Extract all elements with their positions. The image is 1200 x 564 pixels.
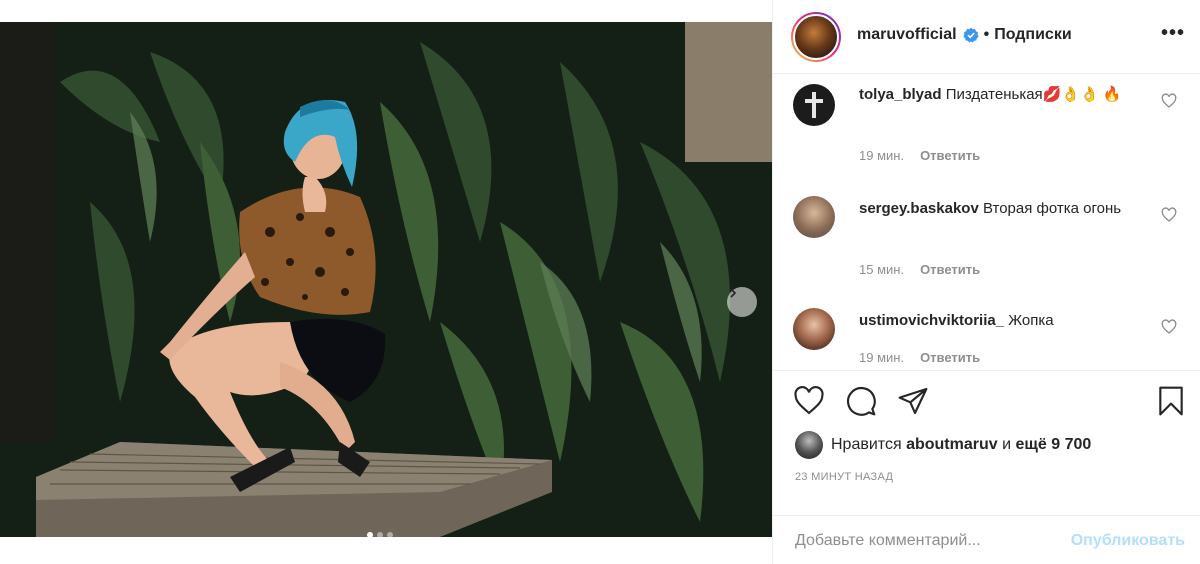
instagram-post: maruvofficial • Подписки ••• tolya_blyad…	[0, 0, 1200, 564]
comment-text: sergey.baskakov Вторая фотка огонь	[859, 198, 1149, 220]
comment-username[interactable]: sergey.baskakov	[859, 200, 979, 217]
liker-username[interactable]: aboutmaruv	[906, 436, 998, 454]
comment-meta: 15 мин. Ответить	[859, 262, 980, 277]
commenter-avatar[interactable]	[793, 84, 835, 126]
paper-plane-icon[interactable]	[897, 385, 929, 417]
carousel-next-button[interactable]	[727, 287, 757, 317]
comment-time: 19 мин.	[859, 350, 905, 365]
add-comment-bar: Опубликовать	[773, 515, 1200, 564]
following-button[interactable]: Подписки	[994, 26, 1071, 44]
carousel-indicator	[367, 532, 393, 537]
commenter-avatar[interactable]	[793, 196, 835, 238]
likes-prefix: Нравится	[831, 436, 902, 453]
reply-button[interactable]: Ответить	[920, 350, 980, 365]
comment-time: 15 мин.	[859, 262, 905, 277]
comment-text: tolya_blyad Пиздатенькая💋👌👌 🔥	[859, 84, 1149, 106]
liker-avatar[interactable]	[795, 431, 823, 459]
post-header: maruvofficial • Подписки •••	[773, 0, 1200, 74]
comment-body: Пиздатенькая💋👌👌 🔥	[945, 86, 1122, 103]
author-username[interactable]: maruvofficial	[857, 26, 957, 44]
comment-text: ustimovichviktoriia_ Жопка	[859, 310, 1149, 332]
heart-icon[interactable]	[1161, 207, 1177, 223]
commenter-avatar[interactable]	[793, 308, 835, 350]
post-side-panel: maruvofficial • Подписки ••• tolya_blyad…	[772, 0, 1200, 564]
carousel-dot	[377, 532, 383, 537]
bookmark-icon[interactable]	[1155, 385, 1187, 417]
separator-dot: •	[983, 26, 990, 43]
more-options-button[interactable]: •••	[1161, 22, 1185, 45]
publish-button[interactable]: Опубликовать	[1071, 532, 1185, 550]
likes-joiner: и	[1002, 436, 1012, 453]
comment-input[interactable]	[795, 524, 1055, 558]
carousel-dot	[367, 532, 373, 537]
post-photo[interactable]	[0, 22, 772, 537]
verified-badge-icon	[962, 27, 979, 43]
post-timestamp: 23 МИНУТ НАЗАД	[795, 471, 894, 483]
comments-list: tolya_blyad Пиздатенькая💋👌👌 🔥 19 мин. От…	[773, 74, 1200, 370]
comment-icon[interactable]	[845, 385, 877, 417]
reply-button[interactable]: Ответить	[920, 262, 980, 277]
comment-time: 19 мин.	[859, 148, 905, 163]
comment-meta: 19 мин. Ответить	[859, 350, 980, 365]
author-row: maruvofficial • Подписки	[857, 26, 1072, 44]
heart-icon[interactable]	[1161, 319, 1177, 335]
chevron-right-icon	[730, 288, 737, 298]
author-avatar[interactable]	[791, 12, 841, 62]
heart-icon[interactable]	[1161, 93, 1177, 109]
heart-icon[interactable]	[793, 385, 825, 417]
comment-username[interactable]: ustimovichviktoriia_	[859, 312, 1004, 329]
comment-body: Вторая фотка огонь	[982, 200, 1122, 217]
comment-username[interactable]: tolya_blyad	[859, 86, 942, 103]
comment-body: Жопка	[1008, 312, 1054, 329]
likes-others-count[interactable]: ещё 9 700	[1015, 436, 1091, 454]
comment-meta: 19 мин. Ответить	[859, 148, 980, 163]
cross-symbol-icon	[805, 92, 823, 118]
likes-summary: Нравится aboutmaruv и ещё 9 700	[795, 431, 1091, 459]
carousel-dot	[387, 532, 393, 537]
photo-illustration	[0, 22, 772, 537]
post-actions: Нравится aboutmaruv и ещё 9 700 23 МИНУТ…	[773, 370, 1200, 564]
reply-button[interactable]: Ответить	[920, 148, 980, 163]
